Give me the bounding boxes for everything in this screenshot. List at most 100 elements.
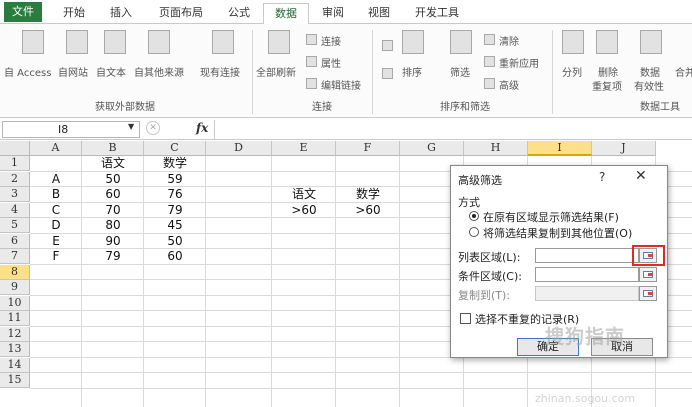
cell-a3[interactable]: B [30, 187, 82, 202]
row-header-6[interactable]: 6 [0, 233, 30, 249]
mode-label: 方式 [458, 196, 480, 209]
column-header-i[interactable]: I [528, 141, 592, 156]
properties-button[interactable]: 属性 [321, 55, 341, 70]
cell-e3[interactable]: 语文 [272, 187, 336, 202]
row-header-11[interactable]: 11 [0, 311, 30, 326]
cell-b4[interactable]: 70 [82, 203, 144, 218]
cell-b2[interactable]: 50 [82, 172, 144, 187]
row-header-8[interactable]: 8 [0, 264, 30, 280]
chevron-down-icon[interactable]: ▼ [128, 122, 134, 131]
cell-a7[interactable]: F [30, 249, 82, 264]
column-header-h[interactable]: H [464, 141, 528, 156]
radio-copy-to[interactable] [469, 227, 479, 237]
text-to-columns-button[interactable]: 分列 [562, 64, 582, 79]
select-all-corner[interactable] [0, 141, 30, 156]
radio-in-place[interactable] [469, 211, 479, 221]
from-web-button[interactable]: 自网站 [58, 64, 88, 79]
from-access-button[interactable]: 自 Access [4, 64, 51, 79]
copy-to-input[interactable] [535, 286, 639, 301]
cell-b6[interactable]: 90 [82, 234, 144, 249]
cell-b5[interactable]: 80 [82, 218, 144, 233]
column-header-f[interactable]: F [336, 141, 400, 156]
remove-duplicates-icon [596, 30, 618, 54]
column-header-e[interactable]: E [272, 141, 336, 156]
tab-home[interactable]: 开始 [57, 3, 91, 24]
cell-c5[interactable]: 45 [144, 218, 206, 233]
column-header-d[interactable]: D [206, 141, 272, 156]
connections-button[interactable]: 连接 [321, 33, 341, 48]
cell-a5[interactable]: D [30, 218, 82, 233]
row-header-2[interactable]: 2 [0, 171, 30, 187]
option-copy-label[interactable]: 将筛选结果复制到其他位置(O) [483, 225, 632, 241]
cell-a4[interactable]: C [30, 203, 82, 218]
row-header-14[interactable]: 14 [0, 357, 30, 373]
cell-c1[interactable]: 数学 [144, 156, 206, 171]
row-header-13[interactable]: 13 [0, 342, 30, 357]
cell-b1[interactable]: 语文 [82, 156, 144, 171]
cell-f4[interactable]: >60 [336, 203, 400, 218]
edit-links-button[interactable]: 编辑链接 [321, 77, 361, 92]
cell-a6[interactable]: E [30, 234, 82, 249]
refresh-all-button[interactable]: 全部刷新 [256, 64, 296, 79]
row-header-7[interactable]: 7 [0, 249, 30, 264]
unique-records-checkbox[interactable] [460, 313, 471, 324]
gridline [30, 387, 692, 389]
row-header-10[interactable]: 10 [0, 295, 30, 311]
group-label-sort-filter: 排序和筛选 [440, 102, 490, 113]
range-picker-icon[interactable] [639, 267, 657, 282]
close-icon[interactable]: ✕ [635, 168, 647, 184]
cell-b7[interactable]: 79 [82, 249, 144, 264]
insert-function-icon[interactable]: fx [196, 121, 208, 135]
tab-view[interactable]: 视图 [362, 3, 396, 24]
cell-f3[interactable]: 数学 [336, 187, 400, 202]
help-icon[interactable]: ? [599, 170, 605, 184]
sort-button[interactable]: 排序 [402, 64, 422, 79]
tab-review[interactable]: 审阅 [316, 3, 350, 24]
tab-data[interactable]: 数据 [263, 3, 309, 25]
row-header-4[interactable]: 4 [0, 202, 30, 218]
option-in-place-label[interactable]: 在原有区域显示筛选结果(F) [483, 209, 619, 225]
column-header-b[interactable]: B [82, 141, 144, 156]
from-text-button[interactable]: 自文本 [96, 64, 126, 79]
column-header-c[interactable]: C [144, 141, 206, 156]
advanced-filter-button[interactable]: 高级 [499, 77, 519, 92]
cell-c3[interactable]: 76 [144, 187, 206, 202]
tab-formulas[interactable]: 公式 [222, 3, 256, 24]
row-header-1[interactable]: 1 [0, 156, 30, 171]
cell-c4[interactable]: 79 [144, 203, 206, 218]
cell-c6[interactable]: 50 [144, 234, 206, 249]
data-validation-button[interactable]: 数据 [640, 64, 660, 79]
clear-button[interactable]: 清除 [499, 33, 519, 48]
list-range-input[interactable] [535, 248, 639, 263]
remove-duplicates-button[interactable]: 删除 [598, 64, 618, 79]
sort-desc-icon[interactable] [382, 68, 393, 79]
cell-c2[interactable]: 59 [144, 172, 206, 187]
criteria-range-input[interactable] [535, 267, 639, 282]
from-other-sources-button[interactable]: 自其他来源 [134, 64, 184, 79]
row-header-9[interactable]: 9 [0, 280, 30, 295]
row-header-3[interactable]: 3 [0, 187, 30, 202]
row-header-12[interactable]: 12 [0, 326, 30, 342]
filter-button[interactable]: 筛选 [450, 64, 470, 79]
column-header-a[interactable]: A [30, 141, 82, 156]
name-box[interactable]: I8 [2, 121, 140, 138]
cell-a2[interactable]: A [30, 172, 82, 187]
row-header-5[interactable]: 5 [0, 218, 30, 233]
consolidate-button[interactable]: 合并 [675, 64, 692, 79]
range-picker-icon[interactable] [639, 286, 657, 301]
tab-page-layout[interactable]: 页面布局 [152, 3, 210, 24]
reapply-button[interactable]: 重新应用 [499, 55, 539, 70]
column-header-g[interactable]: G [400, 141, 464, 156]
sort-asc-icon[interactable] [382, 40, 393, 51]
row-header-15[interactable]: 15 [0, 373, 30, 388]
tab-developer[interactable]: 开发工具 [408, 3, 466, 24]
tab-file[interactable]: 文件 [4, 2, 42, 22]
cancel-entry-icon[interactable]: ✕ [146, 121, 160, 135]
cell-b3[interactable]: 60 [82, 187, 144, 202]
column-header-j[interactable]: J [592, 141, 656, 156]
tab-insert[interactable]: 插入 [104, 3, 138, 24]
existing-connections-button[interactable]: 现有连接 [200, 64, 240, 79]
cell-c7[interactable]: 60 [144, 249, 206, 264]
other-sources-icon [148, 30, 170, 54]
cell-e4[interactable]: >60 [272, 203, 336, 218]
